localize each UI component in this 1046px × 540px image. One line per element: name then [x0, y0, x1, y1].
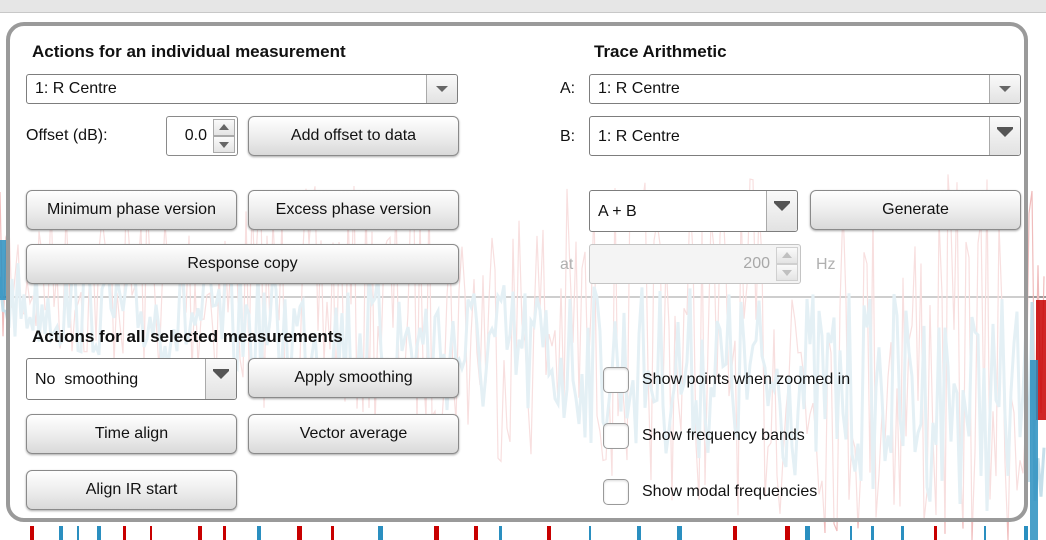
- trace-bottom-tick: [30, 526, 34, 540]
- smoothing-select[interactable]: No smoothing: [26, 358, 237, 400]
- trace-b-select[interactable]: 1: R Centre: [589, 116, 1021, 156]
- trace-a-value: 1: R Centre: [598, 80, 680, 97]
- trace-bottom-tick: [901, 526, 904, 540]
- trace-bottom-tick: [223, 526, 226, 540]
- measurement-select-value: 1: R Centre: [35, 80, 117, 97]
- trace-b-label: B:: [560, 128, 576, 145]
- trace-bottom-tick: [378, 526, 383, 540]
- trace-bottom-tick: [934, 526, 937, 540]
- smoothing-value: No smoothing: [35, 371, 139, 388]
- frequency-spinner[interactable]: 200: [589, 244, 801, 284]
- show-frequency-bands-checkbox[interactable]: [603, 423, 629, 449]
- trace-bottom-tick: [1024, 526, 1028, 540]
- trace-a-select[interactable]: 1: R Centre: [589, 74, 1021, 104]
- measurement-select[interactable]: 1: R Centre: [26, 74, 458, 104]
- minimum-phase-button[interactable]: Minimum phase version: [26, 190, 237, 230]
- show-modal-frequencies-label: Show modal frequencies: [642, 483, 818, 500]
- individual-heading: Actions for an individual measurement: [32, 42, 346, 61]
- trace-bottom-tick: [474, 526, 478, 540]
- spinner-down-icon[interactable]: [213, 136, 235, 153]
- trace-bottom-tick: [97, 526, 101, 540]
- apply-smoothing-button[interactable]: Apply smoothing: [248, 358, 459, 398]
- top-toolbar-strip: [0, 0, 1046, 13]
- trace-bottom-tick: [198, 526, 202, 540]
- operation-select[interactable]: A + B: [589, 190, 798, 232]
- trace-bottom-tick: [297, 526, 302, 540]
- trace-bottom-tick: [677, 526, 682, 540]
- chevron-down-icon[interactable]: [426, 75, 457, 103]
- trace-bottom-tick: [499, 526, 502, 540]
- offset-value[interactable]: 0.0: [185, 127, 207, 145]
- operation-value: A + B: [598, 203, 637, 220]
- trace-bottom-tick: [637, 526, 641, 540]
- trace-arithmetic-heading: Trace Arithmetic: [594, 42, 727, 61]
- trace-bottom-tick: [547, 526, 551, 540]
- generate-button[interactable]: Generate: [810, 190, 1021, 230]
- trace-bottom-tick: [871, 526, 874, 540]
- trace-a-label: A:: [560, 80, 576, 97]
- all-selected-heading: Actions for all selected measurements: [32, 327, 343, 346]
- offset-label: Offset (dB):: [26, 127, 108, 144]
- trace-edge-2: [1030, 360, 1038, 540]
- align-ir-start-button[interactable]: Align IR start: [26, 470, 237, 510]
- trace-bottom-tick: [805, 526, 810, 540]
- trace-bottom-tick: [589, 526, 591, 540]
- trace-bottom-tick: [434, 526, 439, 540]
- response-copy-button[interactable]: Response copy: [26, 244, 459, 284]
- trace-bottom-tick: [785, 526, 790, 540]
- chevron-down-icon[interactable]: [766, 191, 797, 231]
- trace-bottom-tick: [850, 526, 852, 540]
- frequency-unit-label: Hz: [816, 256, 836, 273]
- at-label: at: [560, 256, 574, 273]
- trace-bottom-tick: [331, 526, 334, 540]
- trace-bottom-tick: [77, 526, 79, 540]
- show-modal-frequencies-checkbox[interactable]: [603, 479, 629, 505]
- trace-b-value: 1: R Centre: [598, 128, 680, 145]
- vector-average-button[interactable]: Vector average: [248, 414, 459, 454]
- trace-bottom-tick: [123, 526, 126, 540]
- spinner-up-icon[interactable]: [213, 119, 235, 136]
- trace-bottom-tick: [150, 526, 152, 540]
- excess-phase-button[interactable]: Excess phase version: [248, 190, 459, 230]
- show-frequency-bands-label: Show frequency bands: [642, 427, 805, 444]
- trace-bottom-tick: [257, 526, 261, 540]
- offset-spinner[interactable]: 0.0: [166, 116, 238, 156]
- trace-bottom-tick: [733, 526, 737, 540]
- spinner-up-icon[interactable]: [776, 247, 798, 264]
- spinner-down-icon[interactable]: [776, 264, 798, 281]
- trace-bottom-tick: [984, 526, 986, 540]
- time-align-button[interactable]: Time align: [26, 414, 237, 454]
- frequency-value[interactable]: 200: [743, 255, 770, 273]
- chevron-down-icon[interactable]: [205, 359, 236, 399]
- add-offset-button[interactable]: Add offset to data: [248, 116, 459, 156]
- chevron-down-icon[interactable]: [989, 117, 1020, 155]
- chevron-down-icon[interactable]: [989, 75, 1020, 103]
- show-points-checkbox[interactable]: [603, 367, 629, 393]
- show-points-label: Show points when zoomed in: [642, 371, 851, 388]
- trace-bottom-tick: [59, 526, 63, 540]
